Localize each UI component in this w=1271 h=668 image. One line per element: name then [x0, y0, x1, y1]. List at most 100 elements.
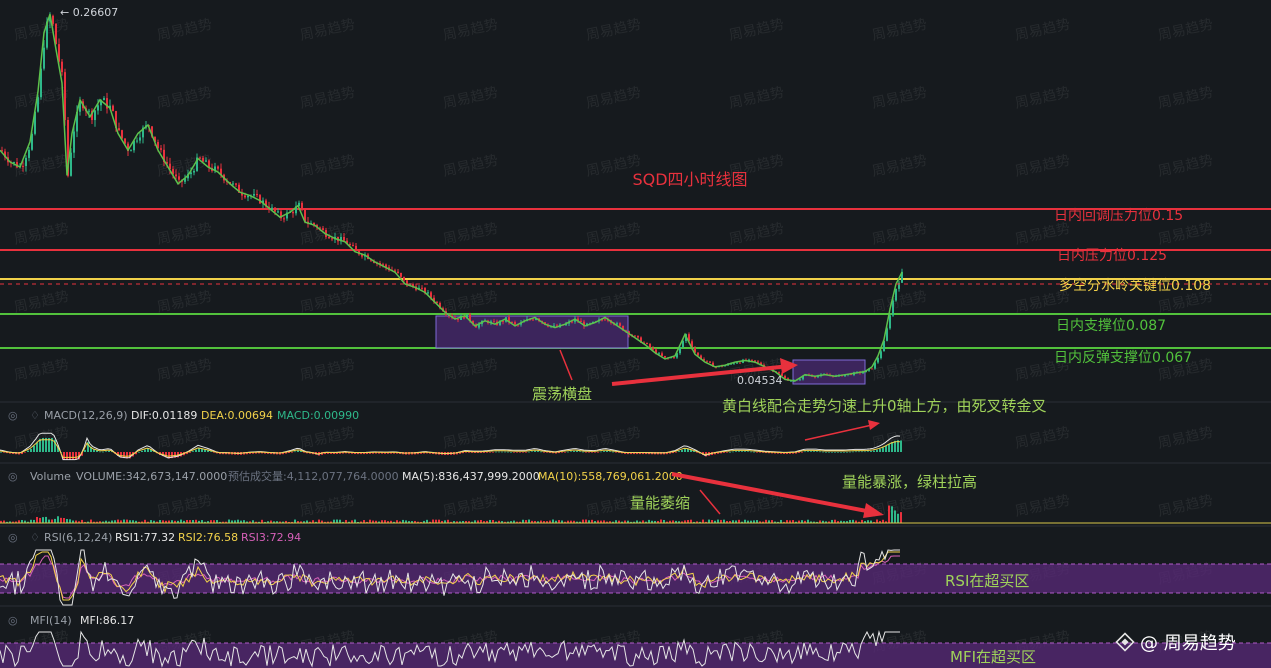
volume-bar [117, 519, 119, 523]
macd-bar [195, 449, 197, 452]
macd-bar [294, 451, 296, 453]
watermark-text: 周易趋势 [871, 17, 929, 44]
chart-canvas: 周易趋势 周易趋势 周易趋势 周易趋势 周易趋势 周易趋势 周易趋势 周易趋势 周易趋势周易趋势… [0, 6, 1271, 668]
macd-dif: DIF:0.01189 [131, 409, 197, 422]
eye-icon: ◎ [8, 531, 18, 544]
candle-body [697, 352, 699, 356]
watermark-text: 周易趋势 [156, 85, 214, 112]
candle-body [253, 194, 255, 196]
watermark-text: 周易趋势 [1157, 221, 1215, 248]
candle-body [580, 320, 582, 322]
high-label: ← 0.26607 [60, 6, 118, 19]
candle-body [121, 130, 123, 139]
volume-bar [66, 519, 68, 523]
candle-body [514, 322, 516, 325]
candle-body [343, 236, 345, 241]
macd-bar [588, 452, 590, 453]
watermark-text: 周易趋势 [871, 425, 929, 452]
watermark-text: 周易趋势 [13, 153, 71, 180]
macd-bar [108, 450, 110, 452]
macd-bar [750, 451, 752, 453]
volume-bar [60, 517, 62, 523]
watermark-text: 周易趋势 [299, 85, 357, 112]
candle-body [421, 287, 423, 289]
candle-body [217, 166, 219, 169]
macd-bar [597, 452, 599, 453]
watermark-text: 周易趋势 [156, 221, 214, 248]
macd-bar [885, 446, 887, 452]
candle-body [202, 157, 204, 162]
candle-body [193, 170, 195, 173]
watermark-text: 周易趋势 [585, 221, 643, 248]
watermark-text: 周易趋势 [871, 289, 929, 316]
volume-bar [90, 519, 92, 523]
volume-bar [48, 519, 50, 523]
macd-bar [855, 451, 857, 453]
watermark-text: 周易趋势 [442, 493, 500, 520]
chart-title: SQD四小时线图 [632, 170, 747, 189]
watermark-text: 周易趋势 [1014, 17, 1072, 44]
watermark-text: 周易趋势 [13, 221, 71, 248]
candle-body [532, 319, 534, 321]
macd-bar [675, 452, 677, 453]
macd-bar [846, 451, 848, 453]
macd-bar [525, 452, 527, 453]
watermark-text: 周易趋势 [1157, 425, 1215, 452]
macd-bar [615, 452, 617, 453]
macd-bar [69, 452, 71, 460]
watermark-text: 周易趋势 [299, 289, 357, 316]
watermark-text: 周易趋势 [585, 85, 643, 112]
candle-body [283, 218, 285, 220]
candle-body [136, 140, 138, 142]
macd-bar [36, 442, 38, 452]
macd-bar [582, 451, 584, 453]
macd-bar [33, 445, 35, 452]
candle-body [322, 228, 324, 231]
level-label-4: 日内反弹支撑位0.067 [1054, 350, 1192, 366]
macd-bar [498, 451, 500, 453]
macd-bar [843, 452, 845, 453]
macd-bar [516, 452, 518, 453]
macd-bar [612, 451, 614, 453]
candle-body [880, 351, 882, 359]
candle-body [25, 157, 27, 166]
macd-bar [810, 451, 812, 452]
candle-body [889, 315, 891, 329]
eye-icon: ◎ [8, 409, 18, 422]
watermark-text: 周易趋势 [1157, 85, 1215, 112]
candle-body [637, 335, 639, 338]
mfi-value: MFI:86.17 [80, 614, 134, 627]
macd-bar [528, 451, 530, 453]
candle-body [97, 105, 99, 111]
watermark-text: 周易趋势 [13, 289, 71, 316]
volume-bar [294, 519, 296, 523]
volume-est: 预估成交量:4,112,077,764.0000 [228, 469, 399, 483]
macd-arrowhead [868, 420, 880, 430]
macd-bar [63, 452, 65, 460]
candle-body [397, 271, 399, 273]
macd-bar [537, 451, 539, 452]
candle-body [646, 342, 648, 344]
macd-bar [561, 452, 563, 453]
macd-arrow [804, 424, 873, 441]
candle-body [355, 245, 357, 251]
watermark-text: 周易趋势 [871, 221, 929, 248]
macd-bar [735, 451, 737, 452]
macd-name: MACD(12,26,9) [44, 409, 128, 422]
watermark-text: 周易趋势 [728, 17, 786, 44]
watermark-text: 周易趋势 [1014, 493, 1072, 520]
candle-body [199, 157, 201, 159]
rsi-annotation: RSI在超买区 [945, 572, 1029, 590]
macd-bar [204, 449, 206, 452]
watermark-text: 周易趋势 [442, 357, 500, 384]
candle-body [661, 353, 663, 356]
level-label-1: 日内压力位0.125 [1057, 248, 1167, 264]
volume-bar [54, 518, 56, 523]
candle-body [331, 238, 333, 240]
candle-body [94, 110, 96, 121]
brand-name: @ 周易趋势 [1140, 633, 1236, 654]
watermark-text: 周易趋势 [442, 425, 500, 452]
volume-bar [126, 519, 128, 523]
candle-body [130, 150, 132, 152]
macd-bar [465, 452, 467, 453]
